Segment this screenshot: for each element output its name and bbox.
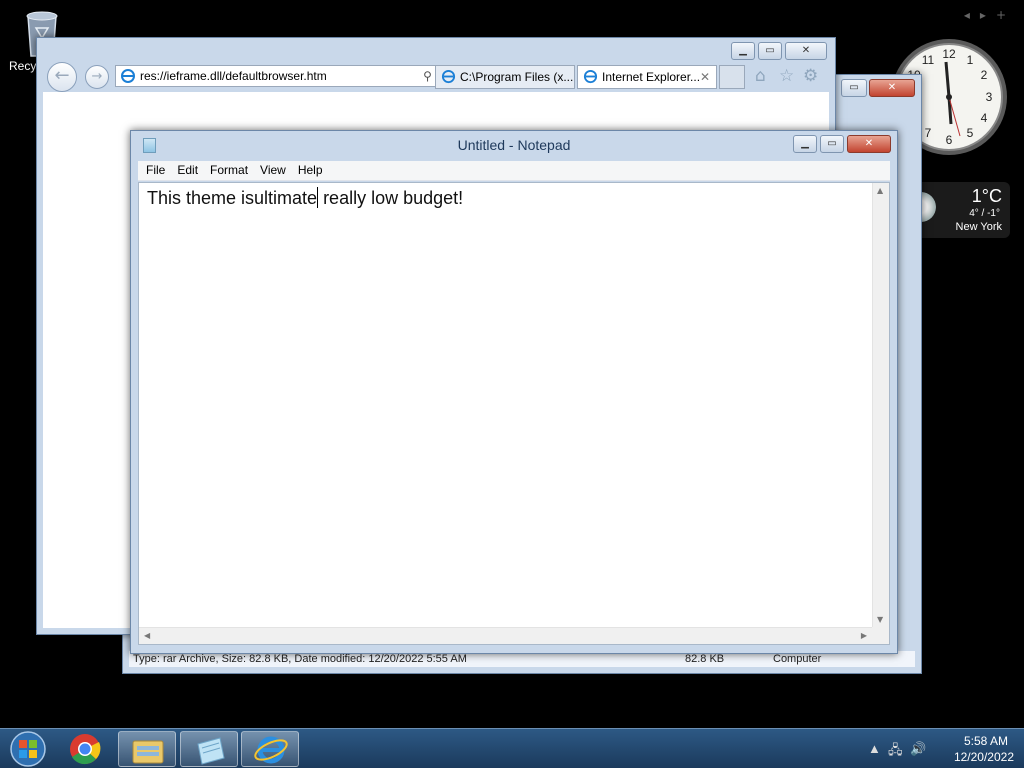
svg-text:4: 4 [981,111,988,125]
ie-tab-icon [583,69,598,84]
favorites-star-icon[interactable]: ☆ [779,66,794,86]
taskbar-chrome-button[interactable] [56,731,114,767]
menu-file[interactable]: File [144,161,173,180]
menu-view[interactable]: View [258,161,294,180]
chrome-icon [70,734,101,765]
notepad-window[interactable]: Untitled - Notepad ▁ ▭ ✕ File Edit Forma… [130,130,898,654]
ie-maximize-button[interactable]: ▭ [758,42,782,60]
menu-edit[interactable]: Edit [175,161,206,180]
svg-text:2: 2 [981,68,988,82]
tab-internet-explorer[interactable]: Internet Explorer... ✕ [577,65,717,89]
ie-minimize-button[interactable]: ▁ [731,42,755,60]
volume-icon[interactable]: 🔊 [910,741,926,757]
horizontal-scrollbar[interactable]: ◀ ▶ [139,627,872,644]
svg-text:11: 11 [922,53,935,67]
home-icon[interactable]: ⌂ [755,66,766,86]
tab-label: Internet Explorer... [602,70,701,84]
close-tab-icon[interactable]: ✕ [700,66,710,88]
address-text: res://ieframe.dll/defaultbrowser.htm [140,69,327,83]
menu-format[interactable]: Format [208,161,256,180]
svg-text:5: 5 [967,126,974,140]
tools-gear-icon[interactable]: ⚙ [803,66,818,86]
folder-icon [132,740,164,764]
network-icon[interactable]: 🖧 [888,741,903,763]
internet-explorer-icon [254,736,288,764]
show-hidden-icons[interactable]: ▲ [868,741,881,756]
notepad-text-area[interactable]: This theme isultimate really low budget!… [138,182,890,645]
vertical-scrollbar[interactable]: ▲ ▼ [872,183,889,627]
tray-time[interactable]: 5:58 AM [964,734,1008,748]
svg-text:1: 1 [967,53,974,67]
ie-page-icon [121,69,135,83]
next-icon[interactable]: ▸ [980,8,996,22]
tray-date[interactable]: 12/20/2022 [954,750,1014,764]
svg-text:3: 3 [986,90,993,104]
status-details: Type: rar Archive, Size: 82.8 KB, Date m… [133,653,467,665]
scroll-up-icon[interactable]: ▲ [877,186,883,195]
previous-icon[interactable]: ◂ [964,8,980,22]
weather-temperature: 1°C [971,186,1002,206]
forward-button[interactable]: → [85,65,109,89]
resize-grip[interactable] [872,627,889,644]
notepad-menubar: File Edit Format View Help [138,161,890,181]
weather-range: 4° / -1° [969,208,1000,219]
scroll-down-icon[interactable]: ▼ [877,615,883,624]
taskbar-ie-button[interactable] [241,731,299,767]
system-tray: ▲ 🖧 🔊 5:58 AM 12/20/2022 [868,729,1018,768]
text-after-caret: really low budget! [318,188,464,208]
text-before-caret: This theme isultimate [147,188,318,208]
taskbar-explorer-button[interactable] [118,731,176,767]
address-bar[interactable]: res://ieframe.dll/defaultbrowser.htm ⚲▾↻ [115,65,471,87]
ie-close-button[interactable]: ✕ [785,42,827,60]
tab-label: C:\Program Files (x... [460,70,574,84]
svg-text:6: 6 [946,133,953,147]
notepad-maximize-button[interactable]: ▭ [820,135,844,153]
notepad-icon [197,737,225,765]
tab-program-files[interactable]: C:\Program Files (x... [435,65,575,89]
explorer-close-button[interactable]: ✕ [869,79,915,97]
taskbar: ▲ 🖧 🔊 5:58 AM 12/20/2022 [0,728,1024,768]
notepad-close-button[interactable]: ✕ [847,135,891,153]
explorer-maximize-button[interactable]: ▭ [841,79,867,97]
notepad-minimize-button[interactable]: ▁ [793,135,817,153]
menu-help[interactable]: Help [296,161,331,180]
taskbar-notepad-button[interactable] [180,731,238,767]
svg-text:12: 12 [942,47,956,61]
back-button[interactable]: ← [47,62,77,92]
ie-tab-icon [441,69,456,84]
scroll-right-icon[interactable]: ▶ [861,631,867,640]
gadget-controls[interactable]: ◂▸+ [964,8,1016,22]
svg-text:7: 7 [925,126,932,140]
notepad-title: Untitled - Notepad [457,137,571,153]
weather-city: New York [955,221,1002,233]
add-gadget-icon[interactable]: + [996,8,1016,22]
scroll-left-icon[interactable]: ◀ [144,631,150,640]
new-tab-button[interactable] [719,65,745,89]
start-button[interactable] [4,729,48,768]
